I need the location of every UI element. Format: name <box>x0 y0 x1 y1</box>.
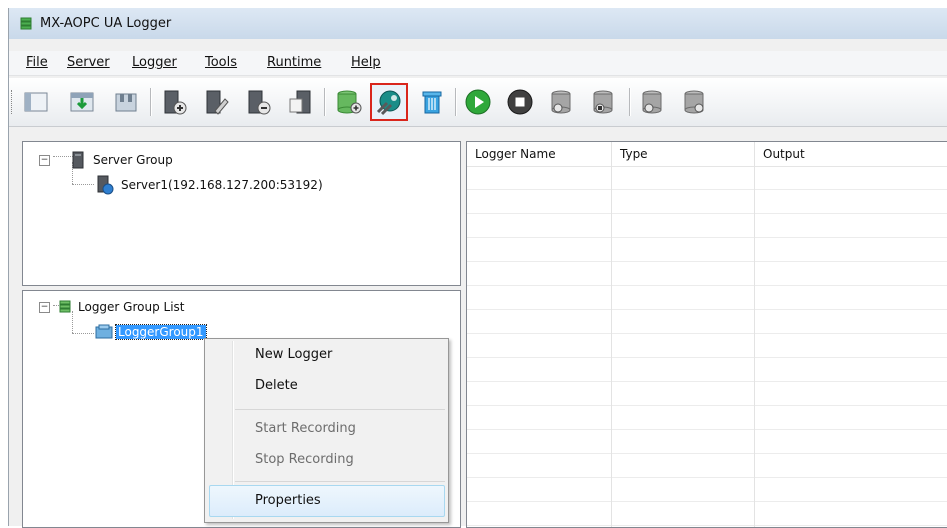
server-node[interactable]: Server1(192.168.127.200:53192) <box>95 175 323 195</box>
logger-group-label[interactable]: LoggerGroup1 <box>115 324 207 340</box>
menu-server[interactable]: Server <box>67 55 110 70</box>
logger-group-icon <box>95 324 113 339</box>
window-title: MX-AOPC UA Logger <box>40 16 172 31</box>
menu-hover-highlight <box>209 485 445 517</box>
column-logger-name[interactable]: Logger Name <box>475 147 556 161</box>
remove-server-icon[interactable] <box>241 85 275 119</box>
menu-runtime[interactable]: Runtime <box>267 55 321 70</box>
column-divider <box>611 142 612 527</box>
tree-connector <box>72 333 94 335</box>
add-logger-group-icon[interactable] <box>331 85 365 119</box>
logger-group-list-label: Logger Group List <box>78 300 185 314</box>
toolbar-grip[interactable] <box>11 90 15 114</box>
server-icon <box>97 175 114 195</box>
menu-runtime-label: Runtime <box>267 55 322 70</box>
menu-help[interactable]: Help <box>351 55 381 70</box>
column-type[interactable]: Type <box>620 147 648 161</box>
stop-logger-icon[interactable] <box>677 85 711 119</box>
menu-separator <box>235 481 445 482</box>
server-tree-panel: − Server Group Server1(192.168.127.200:5… <box>22 141 461 286</box>
toolbar-separator <box>629 88 630 116</box>
logger-group-properties-icon[interactable] <box>370 83 408 121</box>
logger-group-list-icon <box>59 300 71 313</box>
toolbar-separator <box>324 88 325 116</box>
menu-bar: File Server Logger Tools Runtime Help <box>9 51 947 76</box>
collapse-icon[interactable]: − <box>39 154 50 166</box>
menu-server-label: Server <box>67 55 110 70</box>
start-icon[interactable] <box>461 85 495 119</box>
menu-tools-label: Tools <box>205 55 238 70</box>
collapse-icon[interactable]: − <box>39 301 50 313</box>
app-icon <box>20 17 32 30</box>
start-recording-icon[interactable] <box>545 85 579 119</box>
menu-file-label: File <box>26 55 48 70</box>
add-server-icon[interactable] <box>157 85 191 119</box>
menu-new-logger[interactable]: New Logger <box>255 347 332 362</box>
context-menu: New Logger Delete Start Recording Stop R… <box>204 338 449 523</box>
toolbar-separator <box>455 88 456 116</box>
menu-help-label: Help <box>351 55 381 70</box>
new-icon[interactable] <box>19 85 53 119</box>
import-icon[interactable] <box>65 85 99 119</box>
menu-delete[interactable]: Delete <box>255 378 298 393</box>
menu-stop-recording: Stop Recording <box>255 452 354 467</box>
logger-group-node[interactable]: LoggerGroup1 <box>95 324 207 340</box>
menu-tools[interactable]: Tools <box>205 55 237 70</box>
server-group-label: Server Group <box>93 153 173 167</box>
menu-start-recording: Start Recording <box>255 421 356 436</box>
tree-connector <box>72 311 74 333</box>
toolbar-separator <box>150 88 151 116</box>
toolbar <box>9 78 947 127</box>
title-bar: MX-AOPC UA Logger <box>9 8 947 39</box>
column-output[interactable]: Output <box>763 147 805 161</box>
menu-properties[interactable]: Properties <box>255 493 321 508</box>
tree-connector <box>72 184 94 186</box>
menu-separator <box>235 409 445 410</box>
menu-logger[interactable]: Logger <box>132 55 177 70</box>
save-icon[interactable] <box>109 85 143 119</box>
delete-icon[interactable] <box>415 85 449 119</box>
server-group-node[interactable]: − Server Group <box>39 151 173 169</box>
logger-group-list-node[interactable]: − Logger Group List <box>39 300 185 314</box>
start-logger-icon[interactable] <box>635 85 669 119</box>
logger-table: Logger Name Type Output <box>466 141 947 528</box>
server-properties-icon[interactable] <box>283 85 317 119</box>
table-header: Logger Name Type Output <box>467 142 947 167</box>
server-group-icon <box>72 151 84 169</box>
stop-icon[interactable] <box>503 85 537 119</box>
column-divider <box>754 142 755 527</box>
edit-server-icon[interactable] <box>199 85 233 119</box>
server-label: Server1(192.168.127.200:53192) <box>121 178 323 192</box>
app-window: MX-AOPC UA Logger File Server Logger Too… <box>8 8 947 528</box>
menu-logger-label: Logger <box>132 55 177 70</box>
stop-recording-icon[interactable] <box>587 85 621 119</box>
menu-file[interactable]: File <box>26 55 48 70</box>
